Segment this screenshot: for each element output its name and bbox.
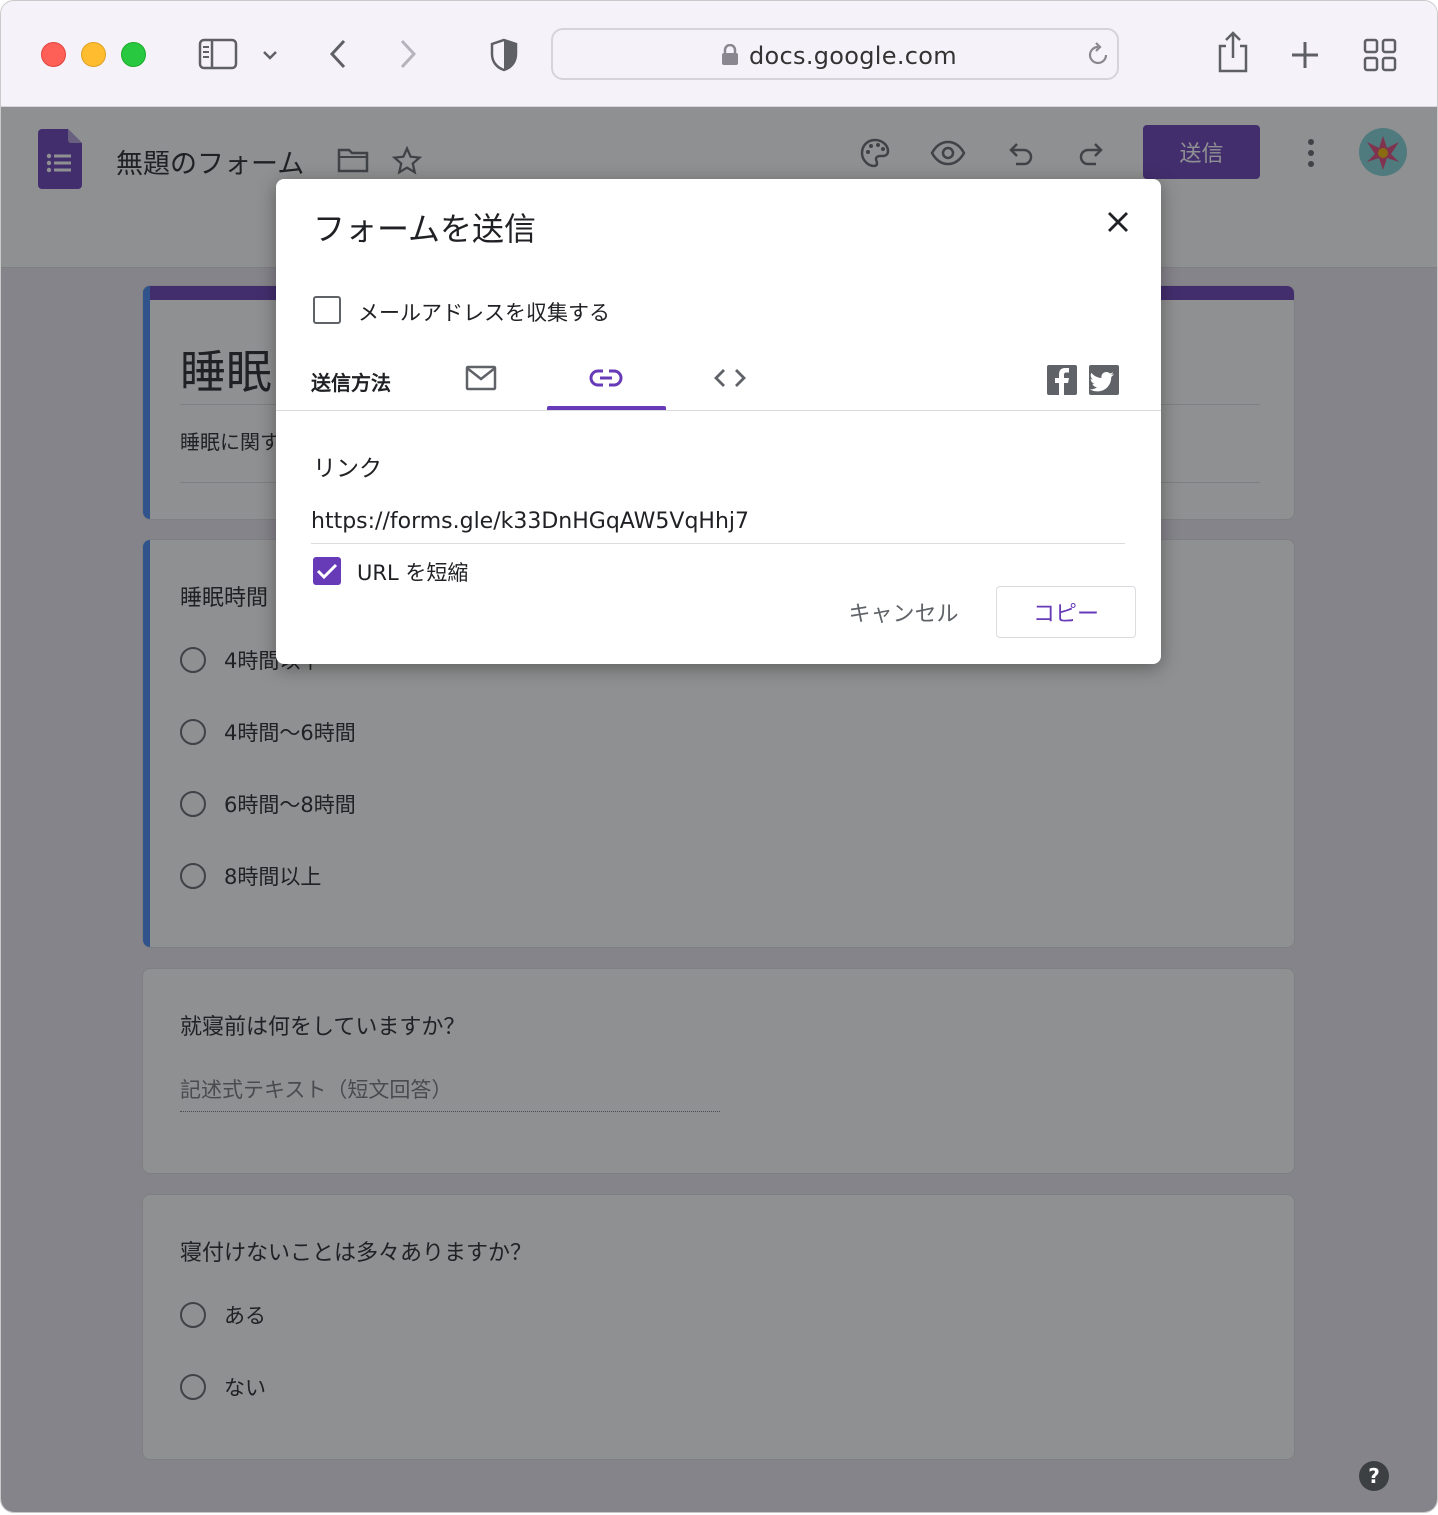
close-window-button[interactable] [41, 42, 66, 67]
sidebar-toggle-icon[interactable] [197, 37, 239, 71]
cancel-button[interactable]: キャンセル [836, 591, 971, 633]
privacy-shield-icon[interactable] [487, 37, 521, 73]
reload-icon[interactable] [1086, 42, 1110, 68]
help-icon[interactable]: ? [1359, 1461, 1389, 1491]
tabs-divider [276, 410, 1161, 411]
tab-overview-icon[interactable] [1361, 36, 1399, 74]
zoom-window-button[interactable] [121, 42, 146, 67]
checkmark-icon [316, 563, 338, 580]
email-icon[interactable] [465, 365, 497, 395]
lock-icon [722, 44, 738, 65]
close-icon[interactable] [1102, 206, 1134, 238]
address-bar[interactable]: docs.google.com [551, 28, 1119, 80]
forward-icon[interactable] [393, 37, 423, 71]
url-text: docs.google.com [749, 42, 957, 70]
link-icon[interactable] [589, 367, 623, 393]
browser-toolbar: docs.google.com [1, 1, 1437, 107]
new-tab-icon[interactable] [1287, 37, 1323, 73]
link-heading: リンク [313, 456, 382, 482]
back-icon[interactable] [323, 37, 353, 71]
minimize-window-button[interactable] [81, 42, 106, 67]
shorten-url-checkbox[interactable] [313, 557, 341, 585]
copy-button[interactable]: コピー [996, 586, 1136, 638]
send-form-dialog: フォームを送信 メールアドレスを収集する 送信方法 リンク https://fo… [276, 179, 1161, 664]
collect-email-checkbox[interactable] [313, 296, 341, 324]
link-url-underline [311, 543, 1125, 544]
shorten-url-label: URL を短縮 [357, 561, 469, 585]
chevron-down-icon[interactable] [259, 45, 281, 65]
facebook-icon[interactable] [1047, 365, 1077, 395]
send-method-label: 送信方法 [311, 371, 391, 395]
embed-icon[interactable] [713, 366, 747, 394]
browser-window: docs.google.com 無題のフォーム [0, 0, 1438, 1513]
twitter-icon[interactable] [1089, 365, 1119, 395]
collect-email-label: メールアドレスを収集する [358, 301, 610, 325]
dialog-title: フォームを送信 [313, 210, 537, 248]
link-url-field[interactable]: https://forms.gle/k33DnHGqAW5VqHhj7 [311, 509, 749, 534]
share-icon[interactable] [1213, 29, 1253, 75]
